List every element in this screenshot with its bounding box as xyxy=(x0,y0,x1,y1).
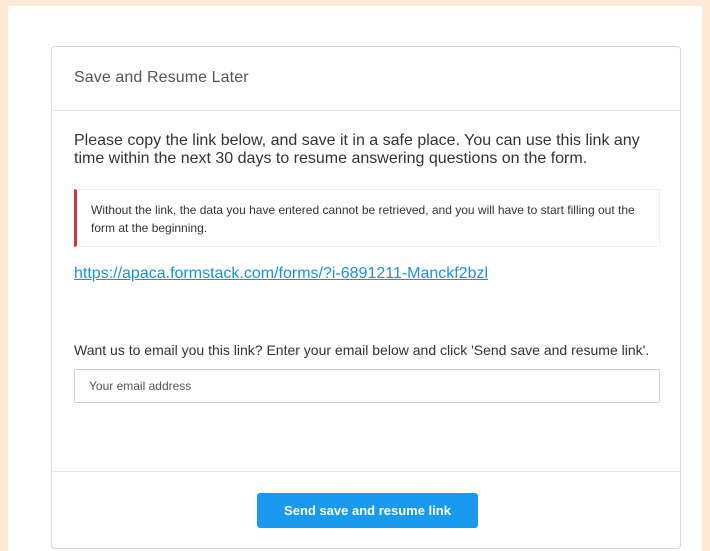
send-save-resume-link-button[interactable]: Send save and resume link xyxy=(257,493,478,528)
warning-box: Without the link, the data you have ente… xyxy=(74,189,660,247)
resume-link[interactable]: https://apaca.formstack.com/forms/?i-689… xyxy=(74,265,488,283)
dialog-body: Please copy the link below, and save it … xyxy=(52,111,680,403)
save-resume-dialog: Save and Resume Later Please copy the li… xyxy=(51,46,681,549)
warning-text: Without the link, the data you have ente… xyxy=(91,203,635,235)
dialog-footer: Send save and resume link xyxy=(52,471,680,548)
dialog-title: Save and Resume Later xyxy=(74,69,249,86)
email-input[interactable] xyxy=(74,369,660,403)
email-prompt-text: Want us to email you this link? Enter yo… xyxy=(74,342,650,358)
intro-text: Please copy the link below, and save it … xyxy=(74,132,640,167)
page-frame: Save and Resume Later Please copy the li… xyxy=(8,6,702,551)
dialog-header: Save and Resume Later xyxy=(52,47,680,111)
